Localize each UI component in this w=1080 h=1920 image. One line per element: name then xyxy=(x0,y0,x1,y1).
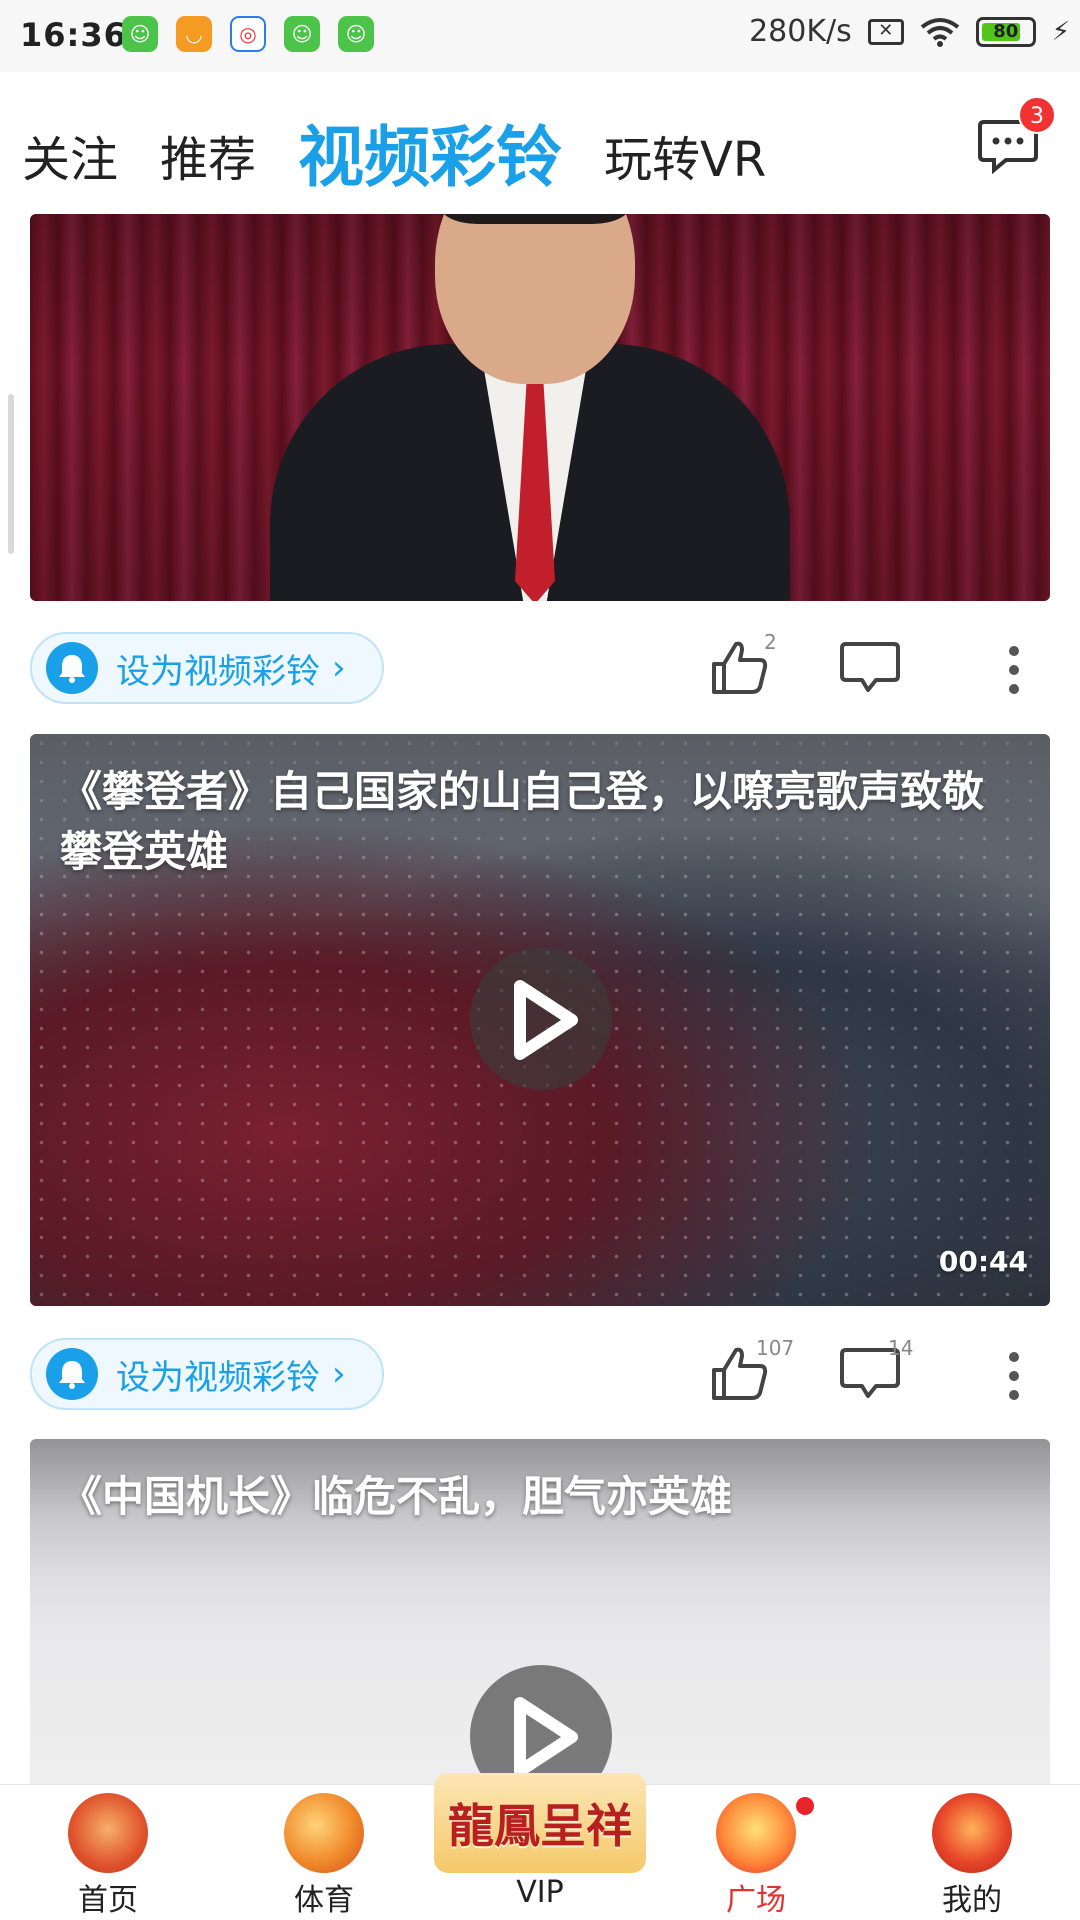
scroll-indicator xyxy=(8,394,14,554)
vip-logo: 龍鳳呈祥 xyxy=(434,1773,646,1873)
nav-sports[interactable]: 体育 xyxy=(216,1785,432,1920)
tab-recommend[interactable]: 推荐 xyxy=(160,120,256,190)
video-card-thumbnail[interactable]: 《攀登者》自己国家的山自己登，以嘹亮歌声致敬攀登英雄 00:44 xyxy=(30,734,1050,1306)
status-time: 16:36 xyxy=(20,16,127,54)
video-title: 《中国机长》临危不乱，胆气亦英雄 xyxy=(60,1472,733,1521)
nav-home-label: 首页 xyxy=(78,1883,138,1918)
thumbs-up-icon xyxy=(712,641,768,694)
comment-button[interactable] xyxy=(840,640,900,696)
set-video-ringtone-button[interactable]: 设为视频彩铃 › xyxy=(30,632,384,704)
status-right-group: 280K/s ✕ 80 ⚡ xyxy=(749,14,1070,49)
comment-button[interactable]: 14 xyxy=(840,1336,913,1402)
like-count: 2 xyxy=(764,630,777,654)
messages-button[interactable]: 3 xyxy=(978,96,1056,175)
video-actions-row: 设为视频彩铃 › 2 xyxy=(30,630,1050,704)
status-bar: 16:36 ☺ ◡ ◎ ☺ ☺ 280K/s ✕ 80 ⚡ xyxy=(0,0,1080,72)
wifi-icon xyxy=(920,17,959,47)
bell-icon xyxy=(46,642,98,694)
set-video-ringtone-button[interactable]: 设为视频彩铃 › xyxy=(30,1338,384,1410)
wechat-like-icon: ☺ xyxy=(338,16,374,52)
wechat-like-icon: ☺ xyxy=(284,16,320,52)
bell-icon xyxy=(46,1348,98,1400)
play-button[interactable] xyxy=(470,1665,612,1784)
square-mascot-icon xyxy=(716,1793,796,1873)
set-ringtone-label: 设为视频彩铃 xyxy=(116,651,320,692)
tab-vr[interactable]: 玩转VR xyxy=(604,120,766,190)
sports-mascot-icon xyxy=(284,1793,364,1873)
home-mascot-icon xyxy=(68,1793,148,1873)
nav-home[interactable]: 首页 xyxy=(0,1785,216,1920)
new-indicator-dot xyxy=(796,1797,814,1815)
status-app-icons: ☺ ◡ ◎ ☺ ☺ xyxy=(122,16,374,52)
tab-follow[interactable]: 关注 xyxy=(22,120,118,190)
message-count-badge: 3 xyxy=(1018,96,1056,134)
video-duration: 00:44 xyxy=(938,1245,1028,1278)
nav-mine-label: 我的 xyxy=(942,1883,1002,1918)
play-button[interactable] xyxy=(470,948,612,1090)
bottom-nav-bar: 首页 体育 龍鳳呈祥 VIP 广场 我的 xyxy=(0,1773,1080,1920)
nav-square-label: 广场 xyxy=(726,1883,786,1918)
like-count: 107 xyxy=(756,1336,795,1360)
presenter-hair xyxy=(440,214,630,224)
top-tab-bar: 关注 推荐 视频彩铃 玩转VR 3 xyxy=(0,72,1080,214)
more-options-button[interactable] xyxy=(1008,1352,1020,1400)
network-speed: 280K/s xyxy=(749,14,852,49)
nav-vip-label: VIP xyxy=(516,1875,564,1910)
play-icon xyxy=(514,980,578,1060)
like-button[interactable]: 107 xyxy=(710,1336,794,1402)
video-actions-row: 设为视频彩铃 › 107 14 xyxy=(30,1336,1050,1410)
tab-video-ringtone[interactable]: 视频彩铃 xyxy=(298,104,562,200)
nav-sports-label: 体育 xyxy=(294,1883,354,1918)
video-title: 《攀登者》自己国家的山自己登，以嘹亮歌声致敬攀登英雄 xyxy=(60,767,985,876)
video-card-thumbnail[interactable]: 《中国机长》临危不乱，胆气亦英雄 xyxy=(30,1439,1050,1784)
battery-icon: 80 xyxy=(975,16,1036,47)
nav-square[interactable]: 广场 xyxy=(648,1785,864,1920)
nav-mine[interactable]: 我的 xyxy=(864,1785,1080,1920)
set-ringtone-label: 设为视频彩铃 xyxy=(116,1357,320,1398)
comment-count: 14 xyxy=(888,1336,914,1360)
chevron-right-icon: › xyxy=(332,1354,346,1394)
mine-mascot-icon xyxy=(932,1793,1012,1873)
browser-icon: ◎ xyxy=(230,16,266,52)
chevron-right-icon: › xyxy=(332,648,346,688)
play-icon xyxy=(514,1697,578,1777)
video-card-thumbnail[interactable] xyxy=(30,214,1050,601)
more-options-button[interactable] xyxy=(1008,646,1020,694)
charging-icon: ⚡ xyxy=(1051,16,1070,47)
smile-icon: ◡ xyxy=(176,16,212,52)
wechat-like-icon: ☺ xyxy=(122,16,158,52)
battery-level: 80 xyxy=(993,20,1019,42)
no-sim-icon: ✕ xyxy=(867,18,904,45)
nav-vip[interactable]: 龍鳳呈祥 VIP xyxy=(432,1773,648,1920)
video-feed[interactable]: 设为视频彩铃 › 2 《攀登者》自己国家的山自己登，以嘹亮歌声致敬攀登英雄 00… xyxy=(0,214,1080,1784)
like-button[interactable]: 2 xyxy=(710,630,777,696)
comment-icon xyxy=(840,642,900,692)
